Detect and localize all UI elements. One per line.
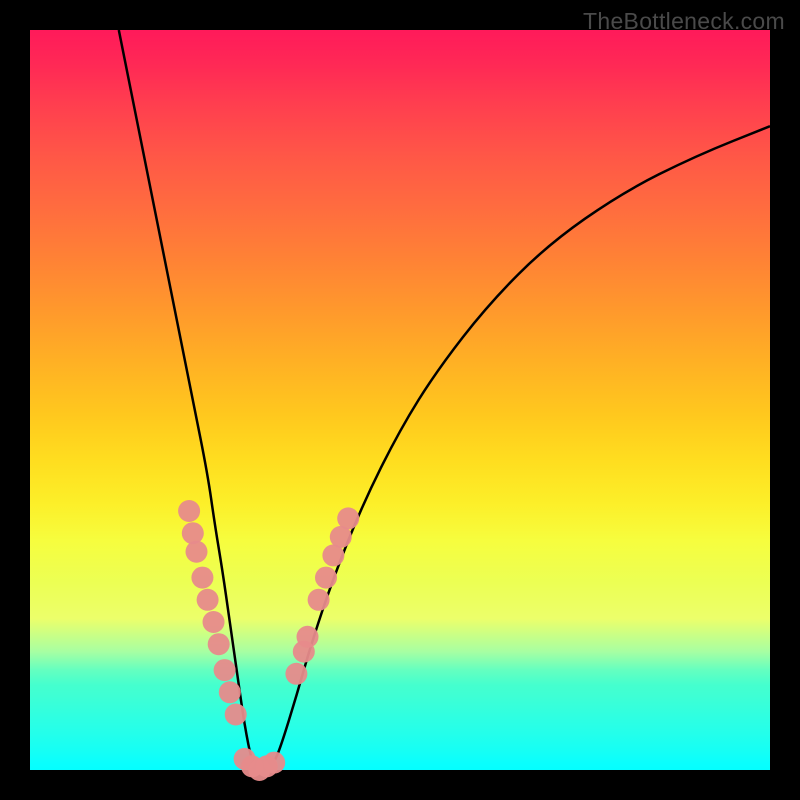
data-point (297, 626, 319, 648)
data-point (308, 589, 330, 611)
data-point (219, 681, 241, 703)
data-point (263, 752, 285, 774)
data-point (182, 522, 204, 544)
data-point (225, 704, 247, 726)
data-point (178, 500, 200, 522)
data-point (197, 589, 219, 611)
data-point (337, 507, 359, 529)
watermark-text: TheBottleneck.com (583, 8, 785, 35)
data-point (285, 663, 307, 685)
data-point (208, 633, 230, 655)
data-point (186, 541, 208, 563)
data-point (214, 659, 236, 681)
bottleneck-chart: TheBottleneck.com (0, 0, 800, 800)
data-point (315, 567, 337, 589)
data-point (203, 611, 225, 633)
curve-group (119, 30, 770, 770)
chart-inner (30, 30, 770, 770)
bottleneck-curve (119, 30, 770, 770)
chart-svg (30, 30, 770, 770)
data-point (191, 567, 213, 589)
points-group (178, 500, 359, 781)
